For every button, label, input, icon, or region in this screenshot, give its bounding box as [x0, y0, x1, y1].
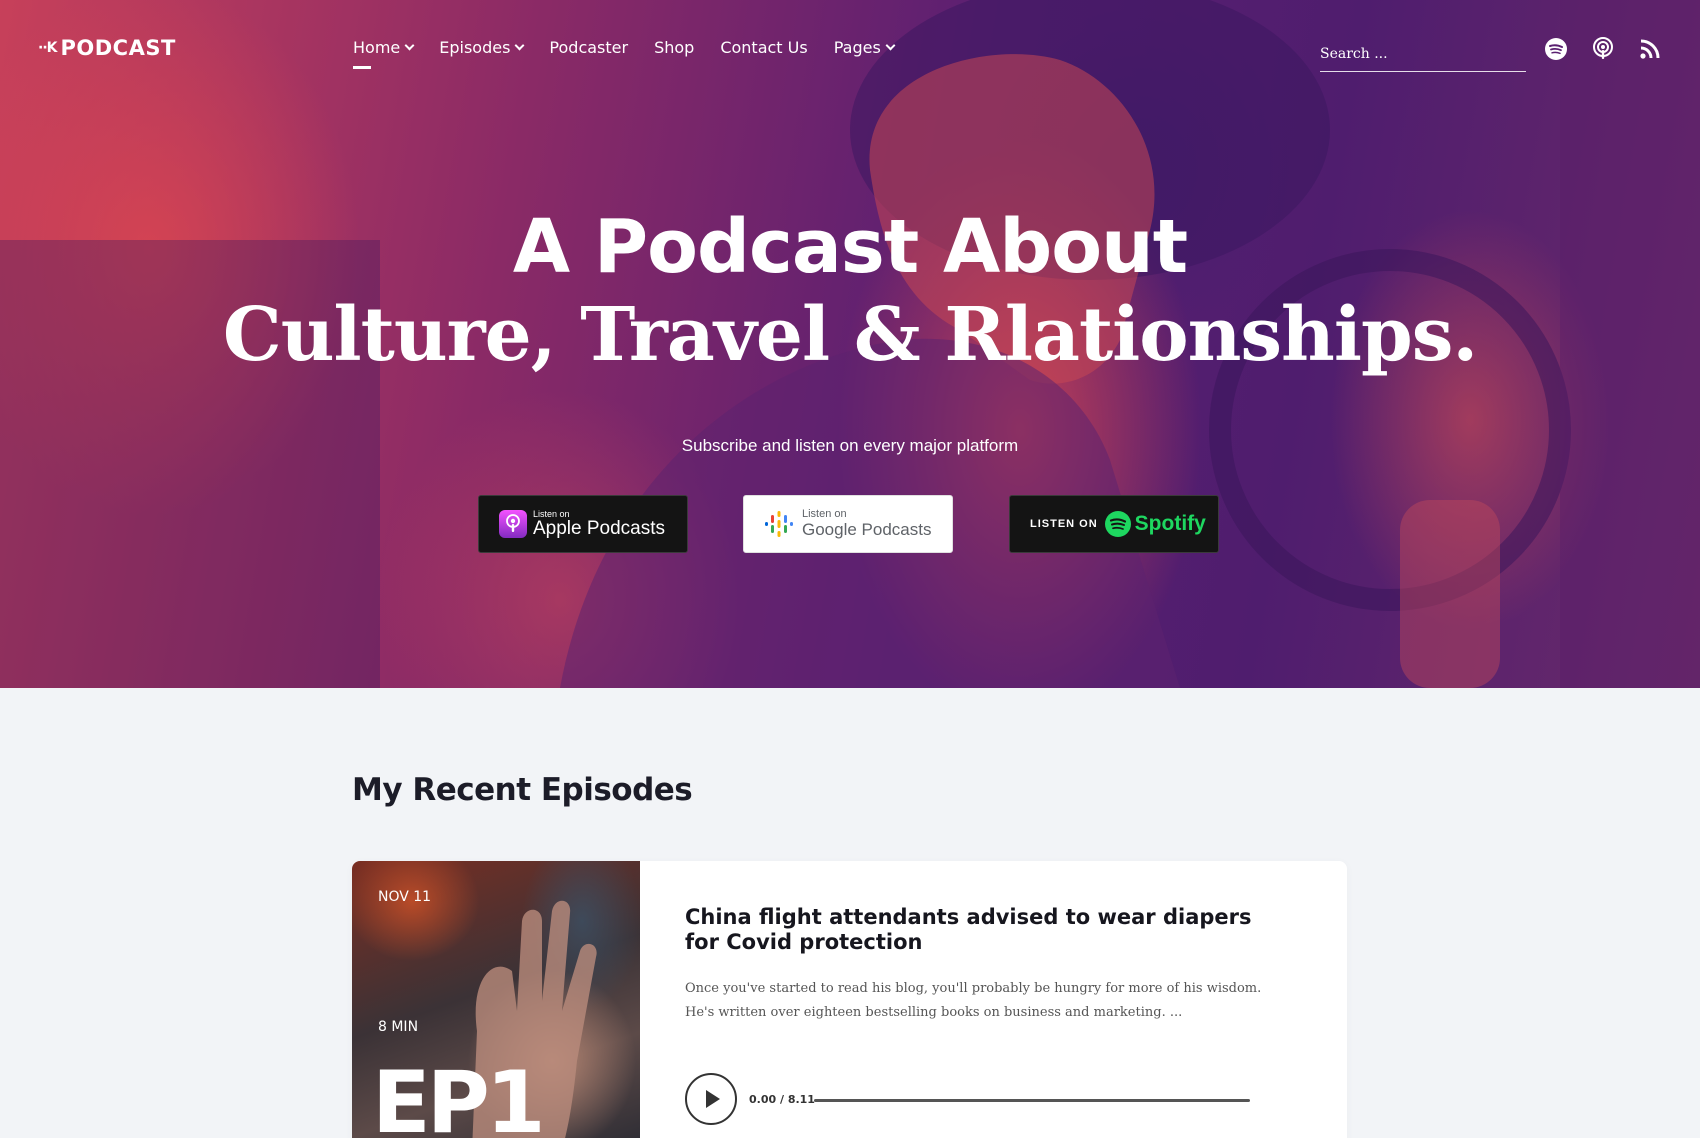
- nav-item-home[interactable]: Home: [353, 38, 415, 69]
- badge-small-label: Listen on: [802, 508, 847, 520]
- spotify-button[interactable]: LISTEN ON Spotify: [1009, 495, 1219, 553]
- episode-title[interactable]: China flight attendants advised to wear …: [685, 905, 1285, 955]
- site-logo[interactable]: ··K PODCAST: [38, 36, 176, 60]
- episode-excerpt: Once you've started to read his blog, yo…: [685, 981, 1262, 1020]
- spotify-icon[interactable]: [1543, 36, 1569, 62]
- badge-big-label: Apple Podcasts: [533, 518, 666, 539]
- hero-banner: ··K PODCAST Home Episodes Podcaster Shop…: [0, 0, 1700, 688]
- badge-big-label: Spotify: [1134, 512, 1206, 535]
- nav-label: Podcaster: [549, 38, 629, 57]
- google-podcasts-icon: [765, 511, 793, 537]
- audio-time: 0.00 / 8.11: [749, 1093, 815, 1106]
- play-icon: [706, 1090, 720, 1108]
- chevron-down-icon: [885, 40, 896, 50]
- nav-item-episodes[interactable]: Episodes: [439, 38, 525, 57]
- episode-number: EP1: [372, 1053, 546, 1138]
- nav-label: Shop: [654, 38, 695, 57]
- nav-item-contact[interactable]: Contact Us: [720, 38, 807, 57]
- episode-cover-image[interactable]: NOV 11 8 MIN EP1: [352, 861, 640, 1138]
- google-podcasts-button[interactable]: Listen on Google Podcasts: [743, 495, 953, 553]
- nav-item-shop[interactable]: Shop: [654, 38, 694, 57]
- logo-text: PODCAST: [60, 36, 176, 60]
- nav-label: Pages: [833, 38, 881, 57]
- nav-item-pages[interactable]: Pages: [833, 38, 896, 57]
- search-input[interactable]: [1320, 40, 1526, 72]
- nav-label: Home: [353, 38, 401, 57]
- audio-progress-bar[interactable]: [814, 1099, 1250, 1102]
- spotify-logo-icon: [1104, 511, 1131, 537]
- badge-small-label: LISTEN ON: [1030, 518, 1098, 530]
- rss-icon[interactable]: [1637, 36, 1663, 62]
- logo-mark-icon: ··K: [38, 40, 57, 56]
- chevron-down-icon: [404, 40, 415, 50]
- apple-podcasts-button[interactable]: Listen on Apple Podcasts: [478, 495, 688, 553]
- badge-big-label: Google Podcasts: [802, 520, 932, 539]
- hero-title: A Podcast About: [512, 204, 1188, 290]
- episode-date: NOV 11: [378, 889, 432, 905]
- hero-subtitle: Culture, Travel & Rlationships.: [222, 292, 1478, 378]
- nav-label: Contact Us: [720, 38, 808, 57]
- chevron-down-icon: [514, 40, 525, 50]
- episode-duration: 8 MIN: [378, 1019, 419, 1035]
- podcast-icon[interactable]: [1590, 36, 1616, 62]
- hero-tagline: Subscribe and listen on every major plat…: [681, 436, 1019, 455]
- nav-item-podcaster[interactable]: Podcaster: [549, 38, 628, 57]
- main-nav: Home Episodes Podcaster Shop Contact Us …: [353, 38, 896, 69]
- episode-card: NOV 11 8 MIN EP1 China flight attendants…: [352, 861, 1347, 1138]
- apple-podcasts-icon: [499, 510, 527, 538]
- play-button[interactable]: [685, 1073, 737, 1125]
- nav-label: Episodes: [439, 38, 511, 57]
- section-heading: My Recent Episodes: [352, 772, 693, 808]
